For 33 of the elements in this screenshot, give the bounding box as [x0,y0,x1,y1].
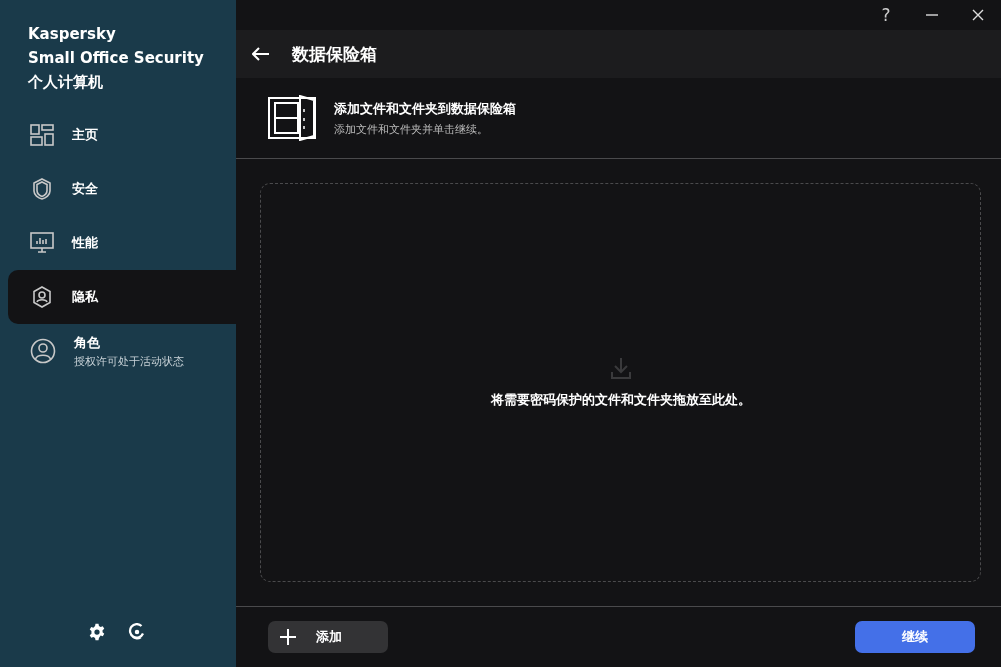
drop-hint: 将需要密码保护的文件和文件夹拖放至此处。 [490,390,751,409]
safe-icon [268,95,318,141]
user-icon [30,338,56,364]
settings-icon[interactable] [88,623,106,641]
nav-item[interactable]: 角色 授权许可处于活动状态 [8,324,236,378]
page-title: 数据保险箱 [292,42,377,66]
info-subtitle: 添加文件和文件夹并单击继续。 [334,121,489,137]
drop-zone[interactable]: 将需要密码保护的文件和文件夹拖放至此处。 [260,183,981,582]
nav-label: 主页 [72,126,98,144]
info-title: 添加文件和文件夹到数据保险箱 [334,99,516,118]
grid-icon [30,124,54,146]
continue-button[interactable]: 继续 [855,621,975,653]
brand-name: 个人计算机 [28,72,104,93]
nav-label: 隐私 [72,288,98,306]
nav-item[interactable]: 性能 [8,216,236,270]
nav-item[interactable]: 隐私 [8,270,236,324]
help-button[interactable]: ? [863,0,909,30]
add-button[interactable]: 添加 [268,621,388,653]
nav-item[interactable]: 主页 [8,108,236,162]
nav-label: 安全 [72,180,98,198]
nav-label: 性能 [72,234,98,252]
brand-name: Small Office Security [28,48,205,69]
back-arrow-icon[interactable] [252,47,270,61]
nav-label: 角色 [74,333,101,352]
monitor-icon [30,231,54,255]
plus-icon [280,629,296,645]
shield-icon [30,177,54,201]
brand-name: Kaspersky [28,24,117,45]
close-icon [972,9,984,21]
nav-subtitle: 授权许可处于活动状态 [74,353,184,369]
shield-user-icon [30,285,54,309]
nav-item[interactable]: 安全 [8,162,236,216]
download-icon [610,356,631,379]
